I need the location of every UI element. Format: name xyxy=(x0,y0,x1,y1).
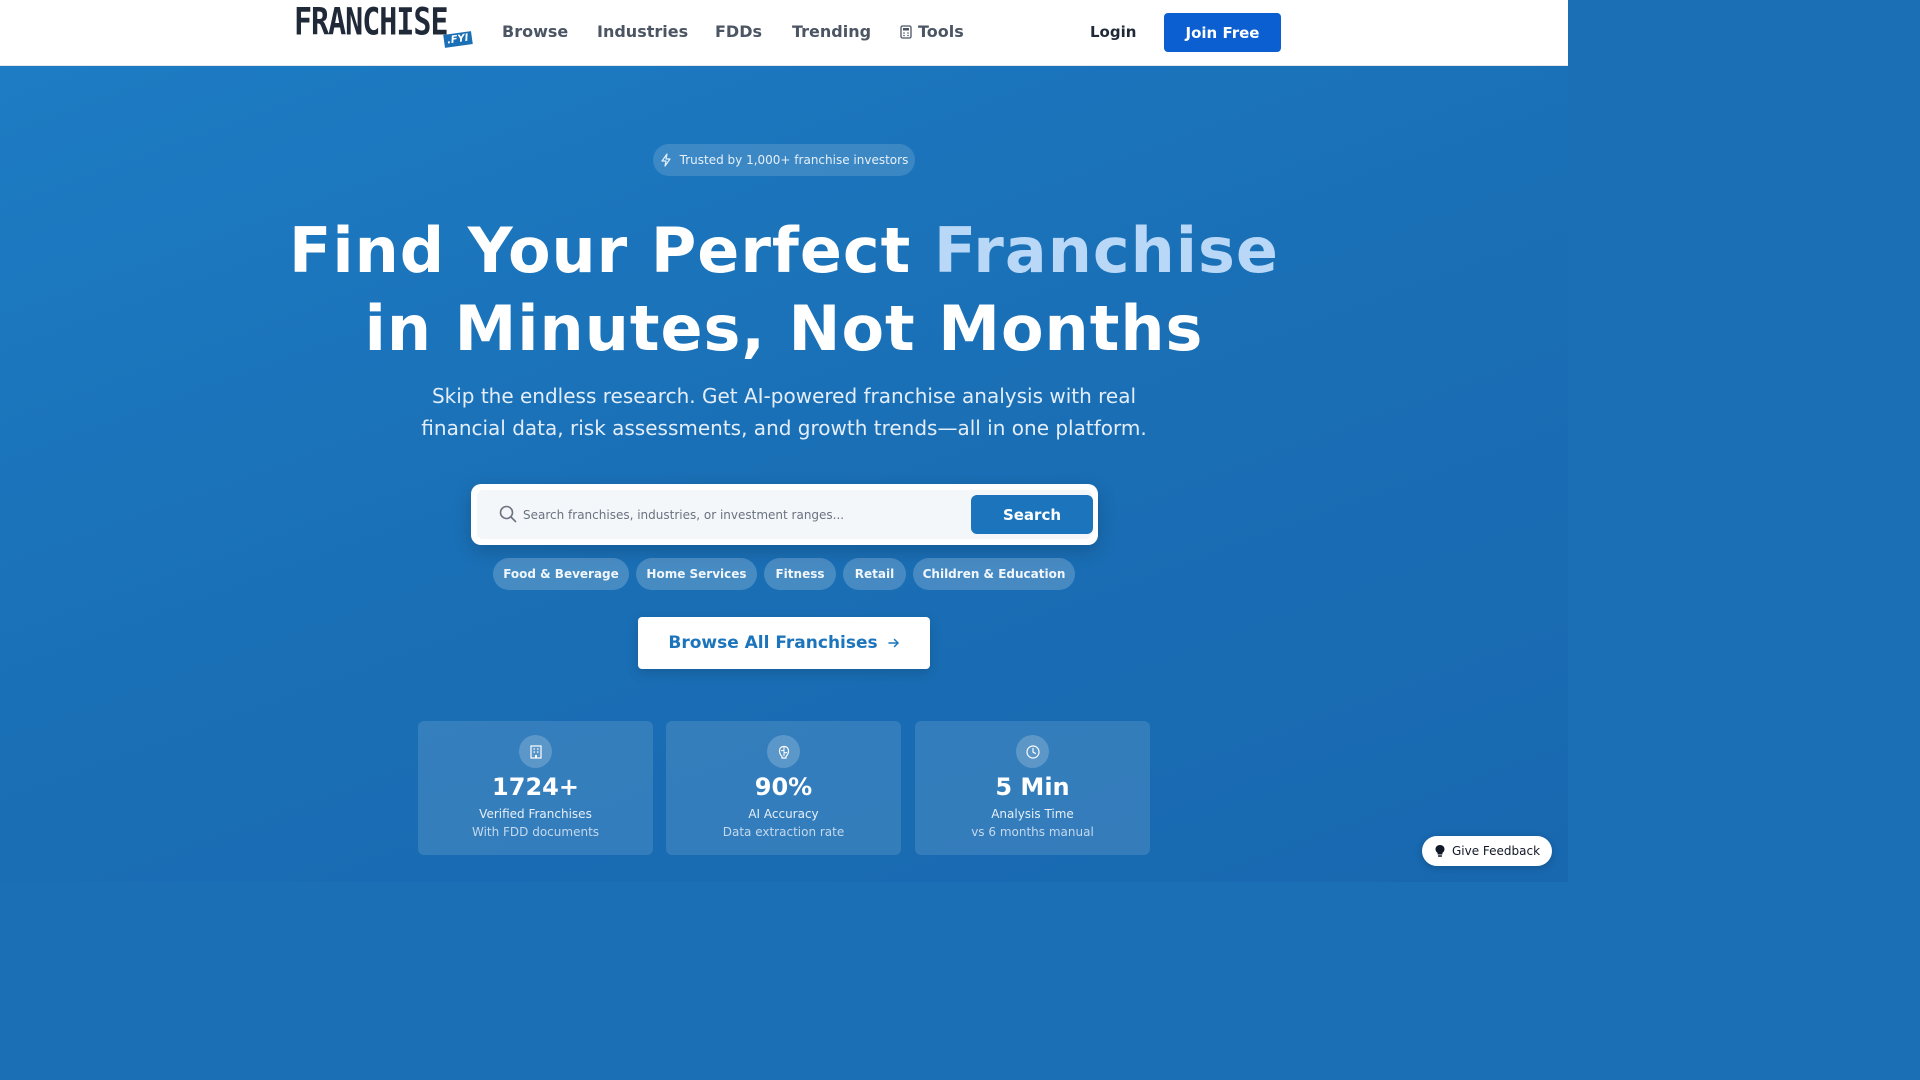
join-free-button[interactable]: Join Free xyxy=(1164,13,1281,52)
hero-section: Trusted by 1,000+ franchise investors Fi… xyxy=(0,66,1568,882)
stat-value: 5 Min xyxy=(995,773,1070,801)
login-link[interactable]: Login xyxy=(1090,20,1136,44)
give-feedback-label: Give Feedback xyxy=(1451,844,1541,858)
stat-value: 1724+ xyxy=(492,773,579,801)
hero-title-part1: Find Your Perfect xyxy=(289,214,934,287)
nav-tools[interactable]: Tools xyxy=(900,20,964,44)
chip-children-education[interactable]: Children & Education xyxy=(913,558,1075,590)
stat-subtext: vs 6 months manual xyxy=(971,825,1094,839)
chip-retail[interactable]: Retail xyxy=(843,558,906,590)
chip-food-beverage[interactable]: Food & Beverage xyxy=(493,558,629,590)
trust-badge: Trusted by 1,000+ franchise investors xyxy=(653,144,915,176)
site-header: FRANCHISE .FYI Browse Industries FDDs Tr… xyxy=(0,0,1568,66)
nav-industries[interactable]: Industries xyxy=(597,20,688,44)
stat-label: Verified Franchises xyxy=(479,807,592,821)
chip-home-services[interactable]: Home Services xyxy=(636,558,757,590)
lightning-icon xyxy=(661,153,671,167)
clock-icon xyxy=(1016,735,1049,768)
stat-value: 90% xyxy=(754,773,813,801)
arrow-right-icon xyxy=(887,638,899,648)
browse-all-label: Browse All Franchises xyxy=(668,633,878,653)
hero-subtitle-line1: Skip the endless research. Get AI-powere… xyxy=(431,384,1137,408)
search-box: Search xyxy=(471,484,1098,545)
search-button[interactable]: Search xyxy=(971,495,1093,534)
nav-tools-label: Tools xyxy=(918,22,964,41)
logo-tag: .FYI xyxy=(442,31,472,48)
brain-icon xyxy=(767,735,800,768)
chip-fitness[interactable]: Fitness xyxy=(764,558,836,590)
stat-label: AI Accuracy xyxy=(748,807,819,821)
stat-card-franchises: 1724+ Verified Franchises With FDD docum… xyxy=(418,721,653,855)
logo-text: FRANCHISE xyxy=(294,0,449,45)
stat-subtext: Data extraction rate xyxy=(722,825,845,839)
building-icon xyxy=(519,735,552,768)
hero-title-line2: in Minutes, Not Months xyxy=(364,292,1204,365)
stat-card-accuracy: 90% AI Accuracy Data extraction rate xyxy=(666,721,901,855)
trust-badge-text: Trusted by 1,000+ franchise investors xyxy=(679,153,909,167)
browse-all-button[interactable]: Browse All Franchises xyxy=(638,617,930,669)
search-icon xyxy=(499,505,517,523)
lightbulb-icon xyxy=(1435,845,1445,857)
calculator-icon xyxy=(900,25,912,39)
search-field-wrapper: Search xyxy=(477,490,1093,539)
hero-subtitle: Skip the endless research. Get AI-powere… xyxy=(384,380,1184,444)
give-feedback-button[interactable]: Give Feedback xyxy=(1422,836,1552,866)
hero-subtitle-line2: financial data, risk assessments, and gr… xyxy=(421,416,1147,440)
logo[interactable]: FRANCHISE .FYI xyxy=(294,4,472,48)
nav-fdds[interactable]: FDDs xyxy=(715,20,762,44)
stat-label: Analysis Time xyxy=(991,807,1074,821)
nav-trending[interactable]: Trending xyxy=(792,20,871,44)
stat-subtext: With FDD documents xyxy=(471,825,600,839)
search-input[interactable] xyxy=(523,490,953,539)
stat-card-analysis-time: 5 Min Analysis Time vs 6 months manual xyxy=(915,721,1150,855)
hero-title: Find Your Perfect Franchise in Minutes, … xyxy=(0,212,1568,368)
nav-browse[interactable]: Browse xyxy=(502,20,568,44)
hero-title-accent: Franchise xyxy=(933,214,1279,287)
